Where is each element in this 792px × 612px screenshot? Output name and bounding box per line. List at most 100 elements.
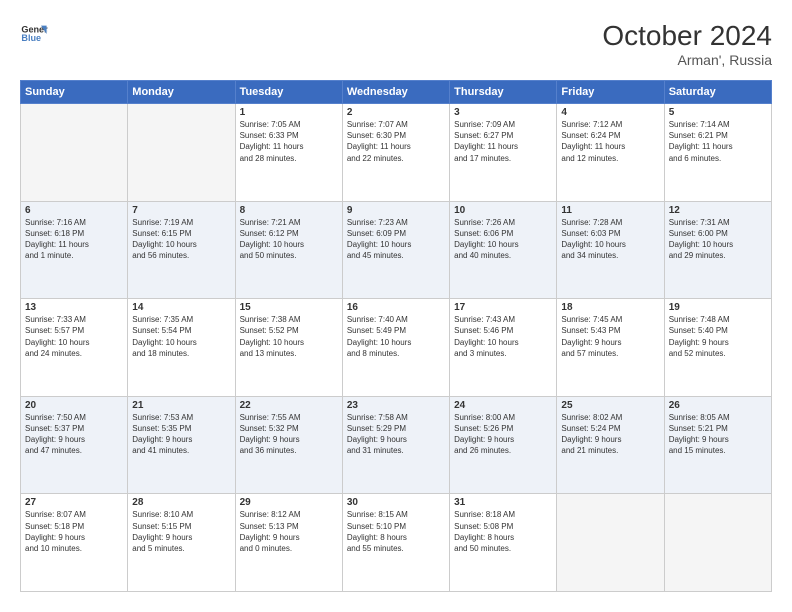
day-number: 22 (240, 400, 338, 411)
calendar-week-row: 13Sunrise: 7:33 AM Sunset: 5:57 PM Dayli… (21, 299, 772, 397)
svg-text:Blue: Blue (21, 33, 41, 43)
table-row: 28Sunrise: 8:10 AM Sunset: 5:15 PM Dayli… (128, 494, 235, 592)
day-number: 13 (25, 302, 123, 313)
day-number: 18 (561, 302, 659, 313)
table-row: 26Sunrise: 8:05 AM Sunset: 5:21 PM Dayli… (664, 396, 771, 494)
day-number: 3 (454, 107, 552, 118)
day-number: 7 (132, 205, 230, 216)
calendar-week-row: 1Sunrise: 7:05 AM Sunset: 6:33 PM Daylig… (21, 104, 772, 202)
day-info: Sunrise: 7:16 AM Sunset: 6:18 PM Dayligh… (25, 217, 123, 262)
table-row: 18Sunrise: 7:45 AM Sunset: 5:43 PM Dayli… (557, 299, 664, 397)
day-info: Sunrise: 7:53 AM Sunset: 5:35 PM Dayligh… (132, 412, 230, 457)
day-info: Sunrise: 7:33 AM Sunset: 5:57 PM Dayligh… (25, 314, 123, 359)
location: Arman', Russia (602, 52, 772, 68)
day-info: Sunrise: 8:15 AM Sunset: 5:10 PM Dayligh… (347, 509, 445, 554)
table-row: 25Sunrise: 8:02 AM Sunset: 5:24 PM Dayli… (557, 396, 664, 494)
calendar-week-row: 6Sunrise: 7:16 AM Sunset: 6:18 PM Daylig… (21, 201, 772, 299)
calendar-week-row: 20Sunrise: 7:50 AM Sunset: 5:37 PM Dayli… (21, 396, 772, 494)
day-info: Sunrise: 8:10 AM Sunset: 5:15 PM Dayligh… (132, 509, 230, 554)
table-row (21, 104, 128, 202)
day-info: Sunrise: 7:21 AM Sunset: 6:12 PM Dayligh… (240, 217, 338, 262)
day-info: Sunrise: 7:07 AM Sunset: 6:30 PM Dayligh… (347, 119, 445, 164)
table-row (557, 494, 664, 592)
table-row: 10Sunrise: 7:26 AM Sunset: 6:06 PM Dayli… (450, 201, 557, 299)
day-info: Sunrise: 7:58 AM Sunset: 5:29 PM Dayligh… (347, 412, 445, 457)
table-row: 29Sunrise: 8:12 AM Sunset: 5:13 PM Dayli… (235, 494, 342, 592)
table-row: 9Sunrise: 7:23 AM Sunset: 6:09 PM Daylig… (342, 201, 449, 299)
table-row: 14Sunrise: 7:35 AM Sunset: 5:54 PM Dayli… (128, 299, 235, 397)
day-number: 28 (132, 497, 230, 508)
day-number: 21 (132, 400, 230, 411)
table-row (664, 494, 771, 592)
day-info: Sunrise: 7:45 AM Sunset: 5:43 PM Dayligh… (561, 314, 659, 359)
day-info: Sunrise: 7:38 AM Sunset: 5:52 PM Dayligh… (240, 314, 338, 359)
day-info: Sunrise: 8:00 AM Sunset: 5:26 PM Dayligh… (454, 412, 552, 457)
day-number: 26 (669, 400, 767, 411)
day-number: 19 (669, 302, 767, 313)
col-thursday: Thursday (450, 81, 557, 104)
day-number: 9 (347, 205, 445, 216)
col-sunday: Sunday (21, 81, 128, 104)
day-number: 31 (454, 497, 552, 508)
day-number: 25 (561, 400, 659, 411)
logo: General Blue (20, 20, 48, 48)
day-number: 24 (454, 400, 552, 411)
table-row: 21Sunrise: 7:53 AM Sunset: 5:35 PM Dayli… (128, 396, 235, 494)
calendar-week-row: 27Sunrise: 8:07 AM Sunset: 5:18 PM Dayli… (21, 494, 772, 592)
day-info: Sunrise: 7:48 AM Sunset: 5:40 PM Dayligh… (669, 314, 767, 359)
day-info: Sunrise: 7:40 AM Sunset: 5:49 PM Dayligh… (347, 314, 445, 359)
col-monday: Monday (128, 81, 235, 104)
day-info: Sunrise: 7:43 AM Sunset: 5:46 PM Dayligh… (454, 314, 552, 359)
day-number: 11 (561, 205, 659, 216)
table-row: 20Sunrise: 7:50 AM Sunset: 5:37 PM Dayli… (21, 396, 128, 494)
col-tuesday: Tuesday (235, 81, 342, 104)
day-info: Sunrise: 8:02 AM Sunset: 5:24 PM Dayligh… (561, 412, 659, 457)
table-row: 19Sunrise: 7:48 AM Sunset: 5:40 PM Dayli… (664, 299, 771, 397)
day-info: Sunrise: 7:09 AM Sunset: 6:27 PM Dayligh… (454, 119, 552, 164)
day-info: Sunrise: 8:12 AM Sunset: 5:13 PM Dayligh… (240, 509, 338, 554)
day-info: Sunrise: 7:28 AM Sunset: 6:03 PM Dayligh… (561, 217, 659, 262)
table-row: 6Sunrise: 7:16 AM Sunset: 6:18 PM Daylig… (21, 201, 128, 299)
table-row: 17Sunrise: 7:43 AM Sunset: 5:46 PM Dayli… (450, 299, 557, 397)
table-row: 24Sunrise: 8:00 AM Sunset: 5:26 PM Dayli… (450, 396, 557, 494)
day-number: 16 (347, 302, 445, 313)
day-info: Sunrise: 8:07 AM Sunset: 5:18 PM Dayligh… (25, 509, 123, 554)
col-saturday: Saturday (664, 81, 771, 104)
table-row: 8Sunrise: 7:21 AM Sunset: 6:12 PM Daylig… (235, 201, 342, 299)
day-info: Sunrise: 7:12 AM Sunset: 6:24 PM Dayligh… (561, 119, 659, 164)
day-number: 17 (454, 302, 552, 313)
day-info: Sunrise: 7:05 AM Sunset: 6:33 PM Dayligh… (240, 119, 338, 164)
table-row (128, 104, 235, 202)
month-title: October 2024 (602, 20, 772, 52)
table-row: 30Sunrise: 8:15 AM Sunset: 5:10 PM Dayli… (342, 494, 449, 592)
day-number: 15 (240, 302, 338, 313)
day-number: 4 (561, 107, 659, 118)
day-number: 20 (25, 400, 123, 411)
table-row: 12Sunrise: 7:31 AM Sunset: 6:00 PM Dayli… (664, 201, 771, 299)
day-number: 10 (454, 205, 552, 216)
day-number: 14 (132, 302, 230, 313)
header-row: Sunday Monday Tuesday Wednesday Thursday… (21, 81, 772, 104)
day-number: 2 (347, 107, 445, 118)
day-info: Sunrise: 7:19 AM Sunset: 6:15 PM Dayligh… (132, 217, 230, 262)
col-wednesday: Wednesday (342, 81, 449, 104)
day-info: Sunrise: 7:14 AM Sunset: 6:21 PM Dayligh… (669, 119, 767, 164)
table-row: 31Sunrise: 8:18 AM Sunset: 5:08 PM Dayli… (450, 494, 557, 592)
day-info: Sunrise: 8:18 AM Sunset: 5:08 PM Dayligh… (454, 509, 552, 554)
col-friday: Friday (557, 81, 664, 104)
day-info: Sunrise: 7:31 AM Sunset: 6:00 PM Dayligh… (669, 217, 767, 262)
table-row: 2Sunrise: 7:07 AM Sunset: 6:30 PM Daylig… (342, 104, 449, 202)
day-number: 30 (347, 497, 445, 508)
table-row: 5Sunrise: 7:14 AM Sunset: 6:21 PM Daylig… (664, 104, 771, 202)
header: General Blue October 2024 Arman', Russia (20, 20, 772, 68)
table-row: 16Sunrise: 7:40 AM Sunset: 5:49 PM Dayli… (342, 299, 449, 397)
day-number: 1 (240, 107, 338, 118)
table-row: 7Sunrise: 7:19 AM Sunset: 6:15 PM Daylig… (128, 201, 235, 299)
day-info: Sunrise: 8:05 AM Sunset: 5:21 PM Dayligh… (669, 412, 767, 457)
table-row: 27Sunrise: 8:07 AM Sunset: 5:18 PM Dayli… (21, 494, 128, 592)
logo-icon: General Blue (20, 20, 48, 48)
table-row: 11Sunrise: 7:28 AM Sunset: 6:03 PM Dayli… (557, 201, 664, 299)
table-row: 3Sunrise: 7:09 AM Sunset: 6:27 PM Daylig… (450, 104, 557, 202)
table-row: 4Sunrise: 7:12 AM Sunset: 6:24 PM Daylig… (557, 104, 664, 202)
day-number: 6 (25, 205, 123, 216)
